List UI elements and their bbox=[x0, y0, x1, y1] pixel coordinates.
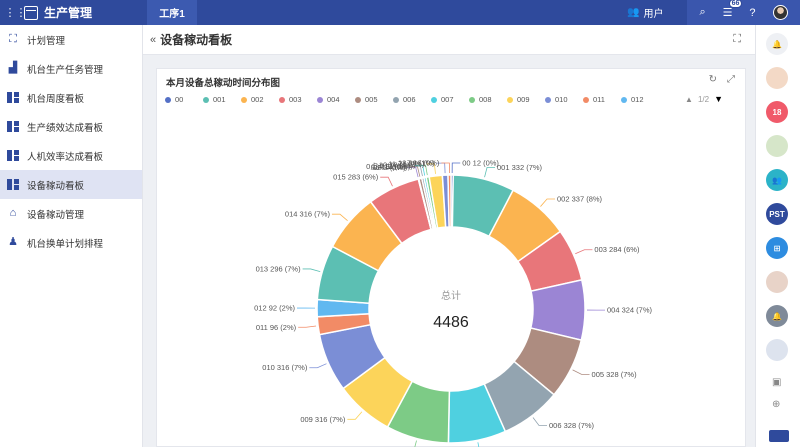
users-icon: 👥 bbox=[627, 7, 640, 18]
slice-label-011: 011 96 (2%) bbox=[256, 323, 297, 332]
label-line-015 bbox=[380, 176, 393, 187]
slice-label-013: 013 296 (7%) bbox=[256, 264, 302, 273]
sidebar: ⛶ 计划管理 ▟ 机台生产任务管理 机台周度看板 生产绩效达成看板 人机效率达成… bbox=[0, 25, 143, 447]
notification-badge: 66 bbox=[728, 0, 743, 8]
notification-icon[interactable]: 🔔 bbox=[766, 305, 788, 327]
sidebar-item-changeover-schedule[interactable]: ♟ 机台换单计划排程 bbox=[0, 228, 142, 257]
contact-icon[interactable]: ▣ bbox=[772, 377, 781, 388]
slice-label-00: 00 12 (0%) bbox=[462, 159, 499, 168]
chart-icon: ▟ bbox=[8, 62, 18, 74]
search-icon[interactable]: ⌕ bbox=[699, 6, 705, 19]
slice-label-7: 7 16 (0%) bbox=[407, 159, 440, 168]
sidebar-item-utilization-board[interactable]: 设备稼动看板 bbox=[0, 170, 142, 199]
label-line-001 bbox=[484, 167, 496, 178]
slice-7[interactable] bbox=[447, 174, 452, 228]
team-icon[interactable]: 👥 bbox=[766, 169, 788, 191]
label-line-011 bbox=[298, 325, 317, 328]
label-line-002 bbox=[540, 198, 556, 207]
sidebar-item-label: 生产绩效达成看板 bbox=[27, 122, 104, 134]
sidebar-item-label: 机台生产任务管理 bbox=[27, 64, 104, 76]
woman-avatar[interactable] bbox=[766, 271, 788, 293]
sidebar-item-label: 设备稼动看板 bbox=[27, 180, 85, 192]
slice-label-003: 003 284 (6%) bbox=[594, 245, 640, 254]
label-line-00 bbox=[451, 162, 461, 174]
sidebar-item-label: 机台周度看板 bbox=[27, 93, 85, 105]
blocks-icon bbox=[7, 92, 19, 103]
header-actions: ⌕ ☰ 66 ? bbox=[687, 0, 800, 25]
sidebar-item-weekly-board[interactable]: 机台周度看板 bbox=[0, 83, 142, 112]
app-grid-icon[interactable]: ⋮⋮⋮ bbox=[0, 0, 27, 25]
blocks-icon bbox=[7, 179, 19, 190]
sidebar-item-label: 计划管理 bbox=[27, 35, 66, 47]
user-avatar[interactable] bbox=[772, 5, 788, 20]
help-icon[interactable]: ? bbox=[749, 7, 755, 19]
sidebar-item-performance-board[interactable]: 生产绩效达成看板 bbox=[0, 112, 142, 141]
main-content: « 设备稼动看板 ⛶ 本月设备总稼动时间分布图 ↻ ⤢ 00 001 002 003 0… bbox=[143, 25, 755, 447]
label-line-010 bbox=[309, 363, 327, 369]
bell-icon[interactable]: 🔔 bbox=[766, 33, 788, 55]
label-line-006 bbox=[532, 417, 548, 426]
sidebar-item-machine-task[interactable]: ▟ 机台生产任务管理 bbox=[0, 54, 142, 83]
sidebar-item-plan[interactable]: ⛶ 计划管理 bbox=[0, 25, 142, 54]
slice-label-009: 009 316 (7%) bbox=[300, 415, 346, 424]
tab-process-1[interactable]: 工序1 bbox=[147, 0, 197, 25]
label-line-014 bbox=[331, 213, 348, 222]
group-avatar[interactable] bbox=[766, 67, 788, 89]
calendar-icon[interactable]: 18 bbox=[766, 101, 788, 123]
slice-label-005: 005 328 (7%) bbox=[592, 370, 638, 379]
add-icon[interactable]: ⊕ bbox=[772, 399, 780, 410]
chart-card: 本月设备总稼动时间分布图 ↻ ⤢ 00 001 002 003 004 005 006 007… bbox=[156, 68, 746, 447]
page-header: « 设备稼动看板 ⛶ bbox=[143, 25, 755, 55]
slice-label-004: 004 324 (7%) bbox=[607, 306, 653, 315]
blocks-icon bbox=[7, 121, 19, 132]
sidebar-item-utilization-management[interactable]: ⌂ 设备稼动管理 bbox=[0, 199, 142, 228]
label-line-005 bbox=[572, 369, 590, 375]
slice-label-012: 012 92 (2%) bbox=[254, 304, 295, 313]
center-label: 总计 bbox=[441, 289, 461, 302]
app-title: 生产管理 bbox=[44, 6, 93, 20]
plan-icon: ⛶ bbox=[9, 33, 17, 45]
org-icon[interactable]: ⊞ bbox=[766, 237, 788, 259]
label-line-007 bbox=[477, 442, 480, 447]
slice-label-014: 014 316 (7%) bbox=[285, 210, 331, 219]
blocks-icon bbox=[7, 150, 19, 161]
label-line-008 bbox=[414, 440, 417, 447]
sidebar-item-label: 人机效率达成看板 bbox=[27, 151, 104, 163]
home-icon: ⌂ bbox=[9, 207, 17, 219]
page-title: 设备稼动看板 bbox=[160, 33, 233, 47]
calendar-app-icon bbox=[24, 5, 38, 20]
card-icon[interactable] bbox=[769, 430, 789, 442]
person-avatar[interactable] bbox=[766, 135, 788, 157]
top-bar: ⋮⋮⋮ 生产管理 工序1 👥 用户 ⌕ ☰66 ? bbox=[0, 0, 800, 25]
group-avatar-2[interactable] bbox=[766, 339, 788, 361]
slice-label-015: 015 283 (6%) bbox=[333, 173, 379, 182]
label-line-013 bbox=[302, 268, 321, 273]
slice-label-001: 001 332 (7%) bbox=[497, 163, 543, 172]
slice-label-006: 006 328 (7%) bbox=[549, 421, 595, 430]
label-line-009 bbox=[347, 411, 363, 420]
fullscreen-icon[interactable]: ⛶ bbox=[733, 33, 741, 46]
sidebar-item-label: 机台换单计划排程 bbox=[27, 238, 104, 250]
slice-label-002: 002 337 (8%) bbox=[557, 195, 603, 204]
pst-icon[interactable]: PST bbox=[766, 203, 788, 225]
label-line-003 bbox=[575, 249, 593, 255]
sidebar-item-label: 设备稼动管理 bbox=[27, 209, 85, 221]
center-total: 4486 bbox=[433, 314, 469, 331]
donut-chart: 00 12 (0%)001 332 (7%) 002 337 (8%) 003 28… bbox=[254, 159, 653, 447]
right-bar: 🔔 18 👥 PST ⊞ 🔔 ▣ ⊕ bbox=[755, 25, 800, 447]
sidebar-item-efficiency-board[interactable]: 人机效率达成看板 bbox=[0, 141, 142, 170]
users-label: 用户 bbox=[643, 9, 664, 20]
slice-label-010: 010 316 (7%) bbox=[262, 363, 308, 372]
collapse-icon[interactable]: « bbox=[150, 34, 156, 46]
users-button[interactable]: 👥 用户 bbox=[627, 5, 679, 20]
list-icon[interactable]: ☰ 66 bbox=[723, 0, 743, 19]
person-icon: ♟ bbox=[8, 236, 18, 248]
